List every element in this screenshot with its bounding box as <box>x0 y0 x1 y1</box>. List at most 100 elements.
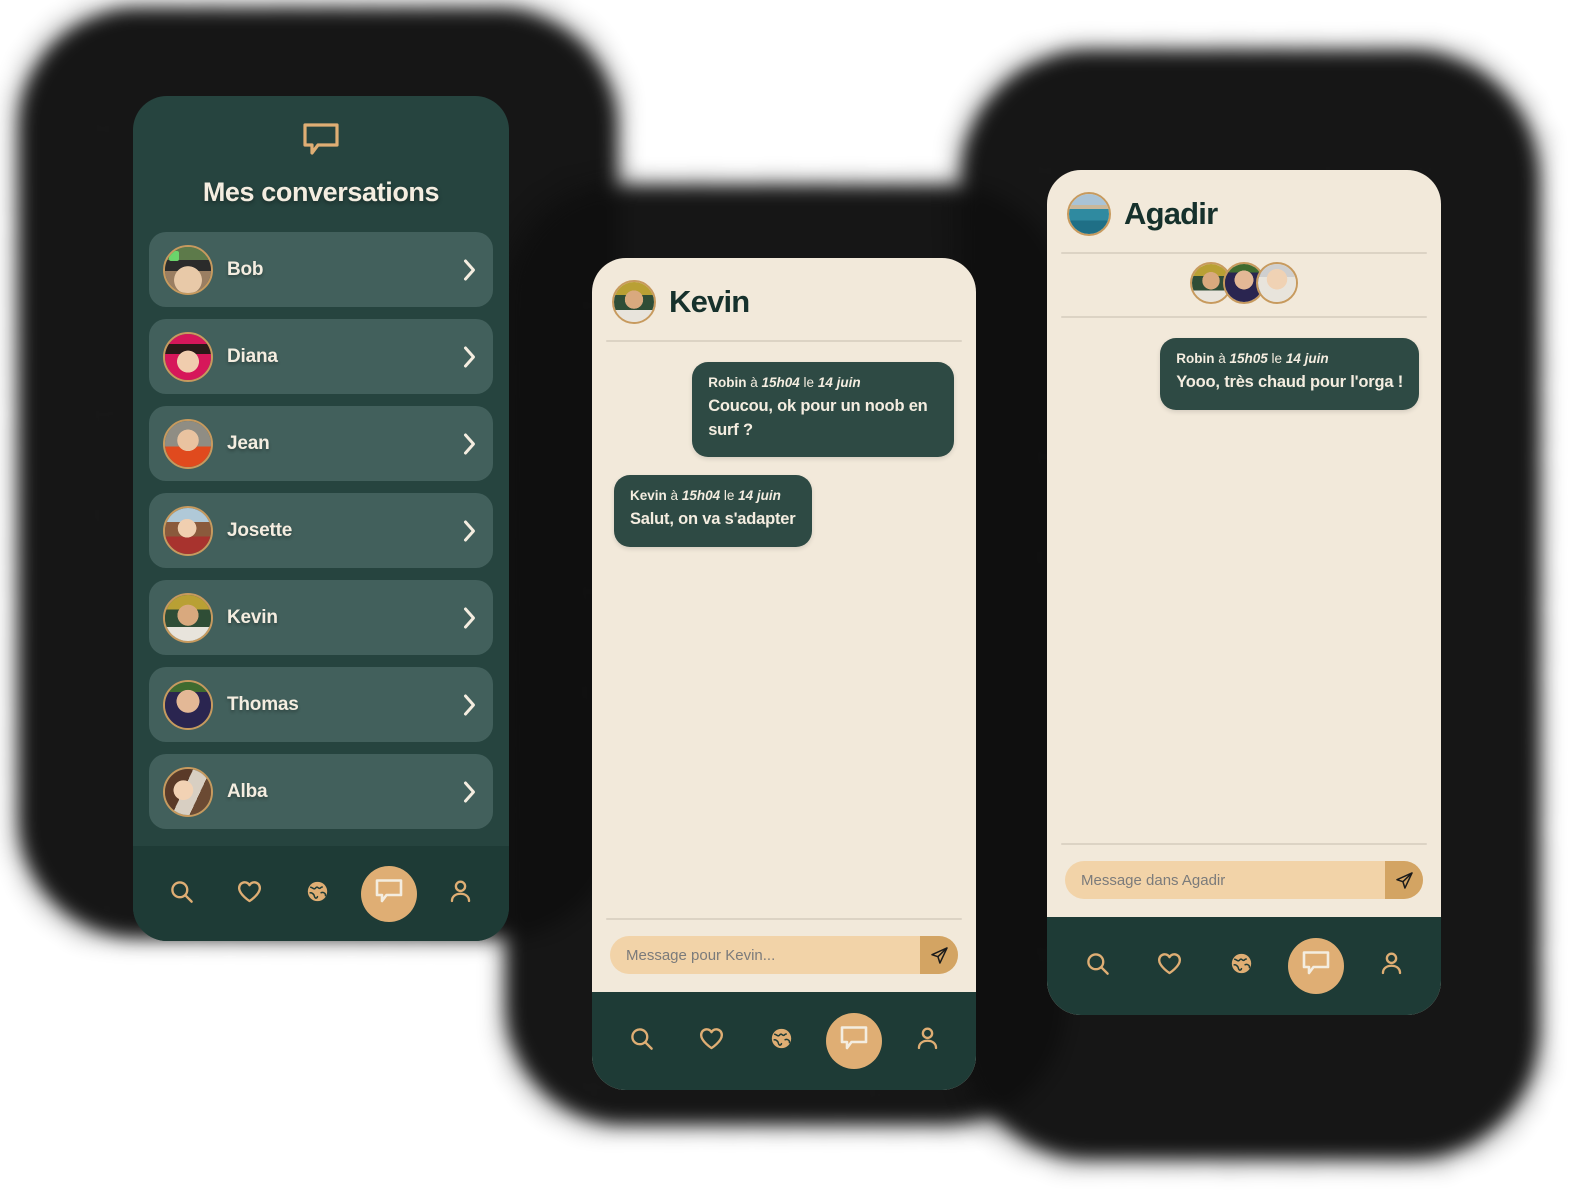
nav-globe-button[interactable] <box>293 869 343 919</box>
nav-search-button[interactable] <box>616 1016 666 1066</box>
nav-heart-button[interactable] <box>686 1016 736 1066</box>
alba-avatar <box>163 766 213 817</box>
message-date: 14 juin <box>817 375 861 390</box>
agadir-group-avatar <box>1067 192 1111 236</box>
conversation-name: Jean <box>227 432 270 454</box>
conversation-list[interactable]: Bob Diana Jean Josette Kevin Thomas Alba <box>133 214 509 846</box>
screenshot-stage: Mes conversations Bob Diana Jean Josette Kev… <box>0 0 1577 1200</box>
chevron-right-icon[interactable] <box>462 345 477 369</box>
nav-chat-button[interactable] <box>361 865 418 922</box>
bob-avatar <box>163 244 213 295</box>
thomas-avatar <box>163 679 213 730</box>
message-meta: Kevin à 15h04 le 14 juin <box>630 487 796 505</box>
message-text: Coucou, ok pour un noob en surf ? <box>708 397 928 439</box>
nav-person-button[interactable] <box>1366 941 1416 991</box>
message-composer[interactable] <box>1065 861 1423 899</box>
robin-avatar[interactable] <box>1256 262 1298 304</box>
message-meta: Robin à 15h05 le 14 juin <box>1176 350 1403 368</box>
message-text: Yooo, très chaud pour l'orga ! <box>1176 373 1403 392</box>
message-meta: Robin à 15h04 le 14 juin <box>708 374 938 392</box>
nav-globe-button[interactable] <box>756 1016 806 1066</box>
kevin-avatar <box>163 592 213 643</box>
message-list: Robin à 15h05 le 14 juin Yooo, très chaud… <box>1047 318 1441 843</box>
conversation-item-kevin[interactable]: Kevin <box>149 580 493 655</box>
conversation-item-bob[interactable]: Bob <box>149 232 493 307</box>
message-input[interactable] <box>1065 871 1385 889</box>
message-author: Kevin <box>630 488 667 504</box>
conversation-item-jean[interactable]: Jean <box>149 406 493 481</box>
message-mid: le <box>803 375 815 390</box>
message-time: 15h05 <box>1229 351 1268 366</box>
chat-title: Kevin <box>669 284 750 319</box>
bottom-navigation-bar[interactable] <box>1047 917 1441 1015</box>
message-date: 14 juin <box>738 488 781 504</box>
message-mid: le <box>1271 351 1283 366</box>
message-bubble: Kevin à 15h04 le 14 juin Salut, on va s'a… <box>614 475 812 547</box>
message-list: Robin à 15h04 le 14 juin Coucou, ok pour … <box>592 342 976 918</box>
nav-search-button[interactable] <box>156 869 206 919</box>
person-icon <box>1378 950 1405 982</box>
diana-avatar <box>163 331 213 382</box>
page-title: Mes conversations <box>202 177 440 207</box>
message-composer[interactable] <box>610 936 958 974</box>
message-prep: à <box>670 488 679 504</box>
chevron-right-icon[interactable] <box>462 519 477 543</box>
composer-area <box>1047 845 1441 917</box>
group-member-avatars[interactable] <box>1047 254 1441 316</box>
nav-chat-button[interactable] <box>1288 938 1344 994</box>
heart-icon <box>1156 950 1183 982</box>
nav-person-button[interactable] <box>436 869 486 919</box>
message-bubble: Robin à 15h05 le 14 juin Yooo, très chaud… <box>1160 338 1419 410</box>
nav-chat-button[interactable] <box>826 1013 882 1069</box>
message-prep: à <box>1218 351 1226 366</box>
heart-icon <box>236 878 263 910</box>
message-date: 14 juin <box>1285 351 1329 366</box>
message-text: Salut, on va s'adapter <box>630 510 796 529</box>
chat-header: Agadir <box>1047 170 1441 252</box>
josette-avatar <box>163 505 213 556</box>
conversation-item-alba[interactable]: Alba <box>149 754 493 829</box>
person-icon <box>447 878 474 910</box>
composer-area <box>592 920 976 992</box>
conversation-item-diana[interactable]: Diana <box>149 319 493 394</box>
chevron-right-icon[interactable] <box>462 606 477 630</box>
chevron-right-icon[interactable] <box>462 432 477 456</box>
message-time: 15h04 <box>761 375 800 390</box>
conversation-item-thomas[interactable]: Thomas <box>149 667 493 742</box>
message-mid: le <box>723 488 735 504</box>
bottom-navigation-bar[interactable] <box>592 992 976 1090</box>
chevron-right-icon[interactable] <box>462 693 477 717</box>
conversation-name: Josette <box>227 519 293 541</box>
nav-person-button[interactable] <box>902 1016 952 1066</box>
conversation-name: Alba <box>227 780 268 802</box>
kevin-avatar <box>612 280 656 324</box>
search-icon <box>168 878 195 910</box>
nav-heart-button[interactable] <box>225 869 275 919</box>
chevron-right-icon[interactable] <box>462 780 477 804</box>
send-paper-plane-icon[interactable] <box>1385 861 1423 899</box>
chat-icon <box>1301 950 1331 982</box>
conversation-item-josette[interactable]: Josette <box>149 493 493 568</box>
bottom-navigation-bar[interactable] <box>133 846 509 941</box>
phone-chat-agadir: Agadir Robin à 15h05 le 14 juin Yooo, trè… <box>1047 170 1441 1015</box>
globe-icon <box>1228 950 1255 982</box>
message-author: Robin <box>708 375 747 390</box>
search-icon <box>1084 950 1111 982</box>
message-input[interactable] <box>610 946 920 964</box>
message-bubble: Robin à 15h04 le 14 juin Coucou, ok pour … <box>692 362 954 458</box>
message-author: Robin <box>1176 351 1215 366</box>
phone-chat-kevin: Kevin Robin à 15h04 le 14 juin Coucou, ok… <box>592 258 976 1090</box>
nav-heart-button[interactable] <box>1144 941 1194 991</box>
message-prep: à <box>750 375 758 390</box>
chevron-right-icon[interactable] <box>462 258 477 282</box>
send-paper-plane-icon[interactable] <box>920 936 958 974</box>
jean-avatar <box>163 418 213 469</box>
chat-icon <box>374 878 404 910</box>
speech-bubble-icon <box>153 122 489 163</box>
nav-globe-button[interactable] <box>1216 941 1266 991</box>
conversation-name: Kevin <box>227 606 278 628</box>
nav-search-button[interactable] <box>1072 941 1122 991</box>
message-time: 15h04 <box>681 488 721 504</box>
chat-header: Kevin <box>592 258 976 340</box>
globe-icon <box>304 878 331 910</box>
